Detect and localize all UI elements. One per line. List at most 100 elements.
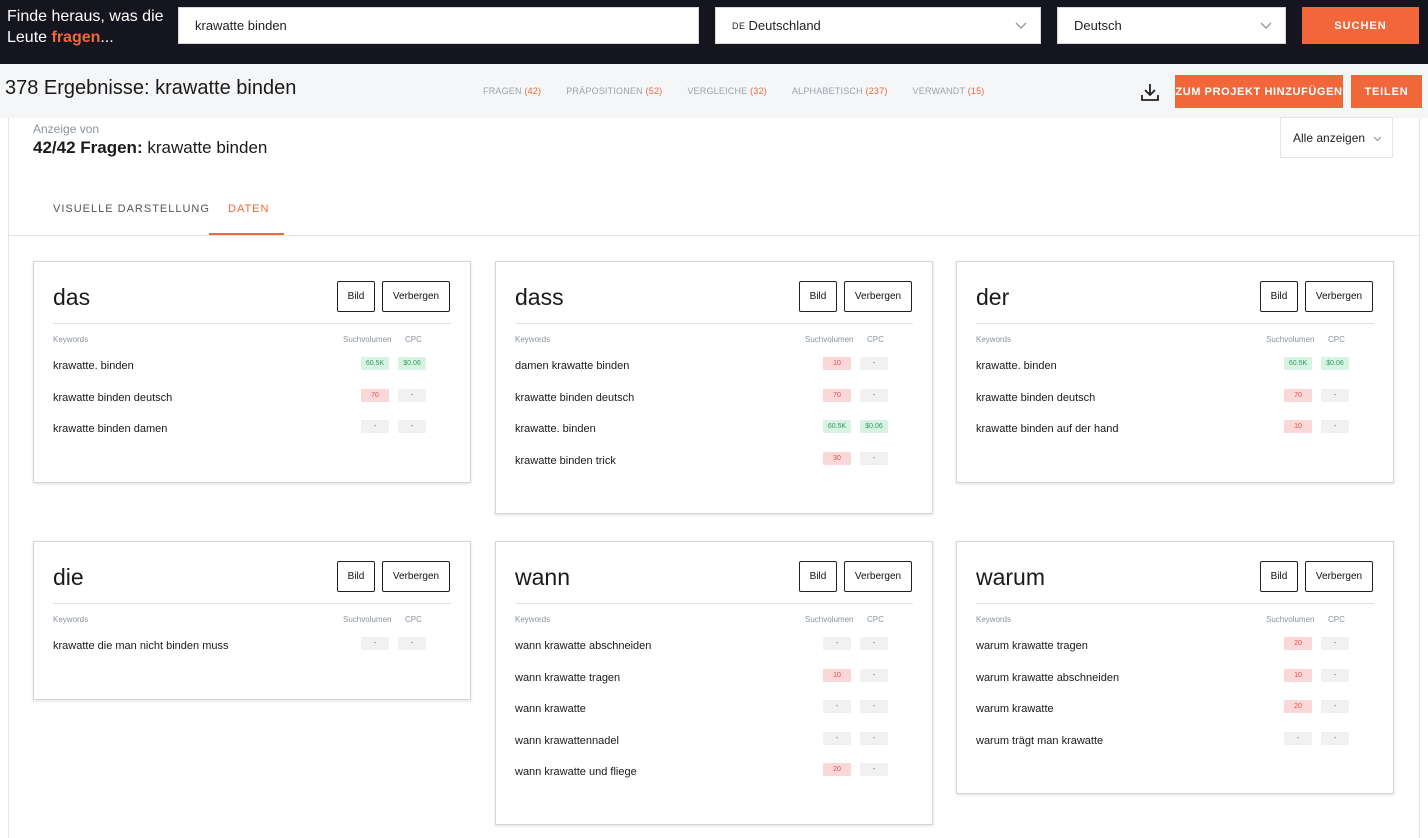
download-icon[interactable] bbox=[1139, 81, 1161, 103]
column-header-keywords: Keywords bbox=[976, 335, 1012, 344]
image-button[interactable]: Bild bbox=[337, 561, 375, 592]
hide-button[interactable]: Verbergen bbox=[844, 281, 912, 312]
keyword-text: wann krawatte tragen bbox=[515, 671, 621, 684]
cpc-badge: - bbox=[1321, 420, 1349, 433]
country-select[interactable]: DE Deutschland bbox=[715, 7, 1041, 44]
keyword-row[interactable]: krawatte. binden 60.5K $0.06 bbox=[34, 357, 472, 377]
hide-button[interactable]: Verbergen bbox=[1305, 561, 1373, 592]
keyword-row[interactable]: krawatte. binden 60.5K $0.06 bbox=[496, 420, 934, 440]
cpc-badge: - bbox=[398, 637, 426, 650]
chevron-down-icon bbox=[1373, 136, 1382, 142]
filter-tab-vergleiche[interactable]: VERGLEICHE (32) bbox=[687, 86, 767, 96]
keyword-row[interactable]: wann krawatte - - bbox=[496, 700, 934, 720]
volume-badge: - bbox=[823, 700, 851, 713]
tagline-highlight: fragen bbox=[51, 29, 101, 46]
questions-count: 42/42 Fragen: bbox=[33, 138, 143, 157]
filter-label: VERWANDT bbox=[912, 86, 965, 96]
column-header-keywords: Keywords bbox=[976, 615, 1012, 624]
keyword-text: warum krawatte tragen bbox=[976, 640, 1088, 652]
filter-count: (15) bbox=[967, 86, 985, 96]
keyword-row[interactable]: wann krawatte und fliege 20- bbox=[496, 763, 934, 783]
card-title: warum bbox=[976, 564, 1046, 590]
filter-label: FRAGEN bbox=[483, 86, 522, 96]
view-tabs: VISUELLE DARSTELLUNG DATEN bbox=[9, 190, 1419, 236]
volume-badge: 20 bbox=[823, 763, 851, 776]
tab-data[interactable]: DATEN bbox=[228, 203, 269, 215]
hide-button[interactable]: Verbergen bbox=[382, 281, 450, 312]
keyword-text: warum krawatte abschneiden bbox=[976, 671, 1120, 684]
filter-tab-praepositionen[interactable]: PRÄPOSITIONEN (52) bbox=[566, 86, 662, 96]
share-button[interactable]: TEILEN bbox=[1351, 75, 1422, 108]
volume-badge: 10 bbox=[1284, 668, 1312, 682]
column-header-volume: Suchvolumen bbox=[343, 335, 392, 344]
search-input[interactable] bbox=[195, 18, 698, 33]
language-select[interactable]: Deutsch bbox=[1057, 7, 1286, 44]
keyword-row[interactable]: krawatte binden deutsch 70- bbox=[957, 388, 1395, 409]
column-header-cpc: CPC bbox=[405, 335, 422, 344]
filter-tab-verwandt[interactable]: VERWANDT (15) bbox=[913, 86, 985, 96]
card-title: die bbox=[53, 564, 84, 590]
keyword-row[interactable]: krawatte binden damen - - bbox=[34, 420, 472, 440]
panel-border-right bbox=[1419, 118, 1420, 838]
hide-button[interactable]: Verbergen bbox=[1305, 281, 1373, 312]
card-title: dass bbox=[515, 284, 564, 310]
keyword-row[interactable]: wann krawatte abschneiden - - bbox=[496, 637, 934, 657]
results-count: 378 Ergebnisse: bbox=[5, 77, 150, 99]
filter-tab-fragen[interactable]: FRAGEN (42) bbox=[483, 86, 541, 96]
results-title: 378 Ergebnisse: krawatte binden bbox=[5, 77, 296, 100]
search-button[interactable]: SUCHEN bbox=[1302, 7, 1419, 44]
cpc-badge: - bbox=[860, 637, 888, 650]
country-value: Deutschland bbox=[748, 18, 821, 33]
keyword-row[interactable]: warum krawatte 20- bbox=[957, 700, 1395, 720]
image-button[interactable]: Bild bbox=[799, 561, 837, 592]
tagline-prefix: Leute bbox=[7, 29, 48, 46]
image-button[interactable]: Bild bbox=[337, 281, 375, 312]
image-button[interactable]: Bild bbox=[799, 281, 837, 312]
hide-button[interactable]: Verbergen bbox=[382, 561, 450, 592]
show-all-select[interactable]: Alle anzeigen bbox=[1280, 117, 1393, 158]
keyword-row[interactable]: krawatte. binden 60.5K $0.06 bbox=[957, 357, 1395, 377]
keyword-text: krawatte binden deutsch bbox=[515, 391, 635, 404]
column-header-cpc: CPC bbox=[867, 615, 884, 624]
tagline-line-1: Finde heraus, was die bbox=[7, 8, 164, 25]
keyword-text: wann krawatte abschneiden bbox=[515, 640, 652, 652]
volume-badge: - bbox=[361, 420, 389, 433]
column-header-volume: Suchvolumen bbox=[805, 335, 854, 344]
search-field[interactable] bbox=[178, 7, 699, 44]
keyword-text: krawatte. binden bbox=[515, 423, 596, 435]
keyword-row[interactable]: wann krawattennadel - - bbox=[496, 731, 934, 752]
keyword-text: krawatte binden deutsch bbox=[53, 391, 173, 404]
cpc-badge: - bbox=[860, 700, 888, 713]
image-button[interactable]: Bild bbox=[1260, 561, 1298, 592]
image-button[interactable]: Bild bbox=[1260, 281, 1298, 312]
hide-button[interactable]: Verbergen bbox=[844, 561, 912, 592]
volume-badge: 10 bbox=[1284, 420, 1312, 433]
column-header-keywords: Keywords bbox=[515, 615, 551, 624]
cpc-badge: $0.06 bbox=[1321, 357, 1349, 370]
show-all-label: Alle anzeigen bbox=[1293, 130, 1366, 145]
keyword-row[interactable]: warum krawatte tragen 20- bbox=[957, 637, 1395, 657]
keyword-row[interactable]: krawatte binden trick 30- bbox=[496, 451, 934, 472]
keyword-row[interactable]: krawatte die man nicht binden muss - - bbox=[34, 637, 472, 657]
filter-tab-alphabetisch[interactable]: ALPHABETISCH (237) bbox=[792, 86, 888, 96]
question-card-dass: dass Bild Verbergen Keywords Suchvolumen CPC d… bbox=[495, 261, 933, 514]
keyword-row[interactable]: krawatte binden deutsch 70- bbox=[34, 388, 472, 409]
keyword-row[interactable]: krawatte binden deutsch 70- bbox=[496, 388, 934, 409]
keyword-text: krawatte binden damen bbox=[53, 423, 168, 435]
keyword-text: krawatte binden deutsch bbox=[976, 391, 1096, 404]
keyword-row[interactable]: krawatte binden auf der hand 10- bbox=[957, 420, 1395, 440]
volume-badge: 60.5K bbox=[1284, 357, 1312, 370]
keyword-row[interactable]: warum krawatte abschneiden 10- bbox=[957, 668, 1395, 689]
keyword-row[interactable]: warum trägt man krawatte - - bbox=[957, 731, 1395, 752]
cpc-badge: $0.06 bbox=[860, 420, 888, 433]
keyword-row[interactable]: wann krawatte tragen 10- bbox=[496, 668, 934, 689]
cpc-badge: - bbox=[860, 357, 888, 370]
column-header-volume: Suchvolumen bbox=[1266, 615, 1315, 624]
add-to-project-button[interactable]: ZUM PROJEKT HINZUFÜGEN bbox=[1175, 75, 1343, 108]
tab-visual[interactable]: VISUELLE DARSTELLUNG bbox=[53, 203, 210, 215]
card-divider bbox=[515, 323, 913, 324]
column-header-cpc: CPC bbox=[1328, 335, 1345, 344]
keyword-row[interactable]: damen krawatte binden 10- bbox=[496, 357, 934, 377]
cpc-badge: - bbox=[1321, 731, 1349, 745]
cpc-badge: - bbox=[1321, 388, 1349, 402]
